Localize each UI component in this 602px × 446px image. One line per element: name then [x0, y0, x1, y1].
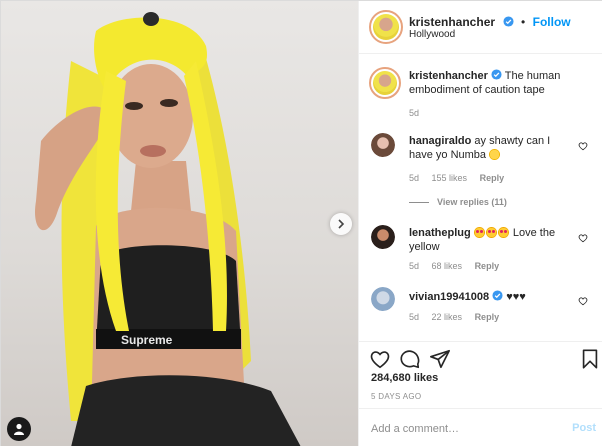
comment-likes[interactable]: 155 likes [432, 173, 468, 183]
comment-like-heart-icon[interactable] [578, 141, 588, 151]
comment-age: 5d [409, 173, 420, 183]
comment-input[interactable] [371, 421, 561, 437]
comment-row: vivian19941008 ♥♥♥ 5d 22 likes Reply [359, 287, 602, 337]
commenter-avatar[interactable] [371, 225, 395, 249]
post-photo: Supreme [1, 1, 358, 446]
post-header: kristenhancher • Follow Hollywood [359, 1, 602, 54]
post-sidebar: kristenhancher • Follow Hollywood kriste… [358, 1, 602, 446]
commenter-username[interactable]: lenatheplug [409, 227, 471, 239]
comment-like-heart-icon[interactable] [578, 233, 588, 243]
post-actions: 284,680 likes 5 DAYS AGO Post [359, 341, 602, 446]
post-comment-button[interactable]: Post [572, 422, 596, 434]
reply-button[interactable]: Reply [475, 312, 500, 322]
smiling-face-emoji [489, 149, 501, 160]
caption-row: kristenhancher The human embodiment of c… [359, 67, 602, 127]
photo-illustration: Supreme [35, 12, 301, 446]
like-heart-icon[interactable] [369, 348, 391, 370]
post-location[interactable]: Hollywood [409, 29, 455, 40]
like-count[interactable]: 284,680 likes [371, 372, 438, 384]
header-separator: • [520, 15, 526, 29]
view-replies-button[interactable]: View replies (11) [409, 197, 507, 207]
caption-author-avatar[interactable] [369, 67, 401, 99]
caption-age: 5d [409, 108, 420, 118]
comment-age: 5d [409, 261, 420, 271]
caption-text-block: kristenhancher The human embodiment of c… [409, 69, 569, 97]
view-replies-line [409, 202, 429, 204]
share-paper-plane-icon[interactable] [429, 348, 451, 370]
post-timestamp[interactable]: 5 DAYS AGO [371, 392, 421, 401]
add-comment-bar: Post [359, 408, 602, 446]
comment-text: ♥♥♥ [506, 291, 526, 303]
reply-button[interactable]: Reply [475, 261, 500, 271]
author-username[interactable]: kristenhancher [409, 15, 495, 29]
view-replies-label: View replies (11) [437, 197, 507, 207]
comment-text-block: hanagiraldo ay shawty can I have yo Numb… [409, 134, 569, 162]
comment-bubble-icon[interactable] [399, 348, 421, 370]
instagram-post: Supreme kristenhancher • Follow Hollywoo… [0, 0, 602, 446]
carousel-next-button[interactable] [330, 213, 352, 235]
comment-like-heart-icon[interactable] [578, 296, 588, 306]
comment-row: lenatheplug Love the yellow 5d 68 likes … [359, 223, 602, 278]
person-icon [14, 423, 24, 435]
verified-badge-icon [502, 16, 514, 27]
commenter-avatar[interactable] [371, 133, 395, 157]
comment-meta: 5d 68 likes Reply [409, 261, 509, 271]
comment-likes[interactable]: 68 likes [432, 261, 463, 271]
comment-text-block: vivian19941008 ♥♥♥ [409, 290, 569, 304]
heart-eyes-emoji [485, 227, 497, 238]
comment-text-block: lenatheplug Love the yellow [409, 226, 569, 254]
comments-list: kristenhancher The human embodiment of c… [359, 55, 602, 341]
author-avatar[interactable] [369, 10, 403, 44]
heart-eyes-emoji [473, 227, 485, 238]
comment-meta: 5d 155 likes Reply [409, 173, 514, 183]
bookmark-icon[interactable] [579, 348, 601, 370]
user-tags-button[interactable] [7, 417, 31, 441]
commenter-username[interactable]: hanagiraldo [409, 135, 471, 147]
reply-button[interactable]: Reply [480, 173, 505, 183]
commenter-username[interactable]: vivian19941008 [409, 291, 489, 303]
comment-row: hanagiraldo ay shawty can I have yo Numb… [359, 131, 602, 211]
caption-meta: 5d [409, 108, 429, 118]
verified-badge-icon [492, 290, 503, 301]
comment-age: 5d [409, 312, 420, 322]
comment-meta: 5d 22 likes Reply [409, 312, 509, 322]
follow-button[interactable]: Follow [533, 15, 571, 29]
verified-badge-icon [491, 69, 502, 80]
band-text: Supreme [121, 333, 173, 347]
chevron-right-icon [338, 219, 345, 229]
commenter-avatar[interactable] [371, 287, 395, 311]
comment-likes[interactable]: 22 likes [432, 312, 463, 322]
caption-author-username[interactable]: kristenhancher [409, 70, 488, 82]
heart-eyes-emoji [497, 227, 509, 238]
